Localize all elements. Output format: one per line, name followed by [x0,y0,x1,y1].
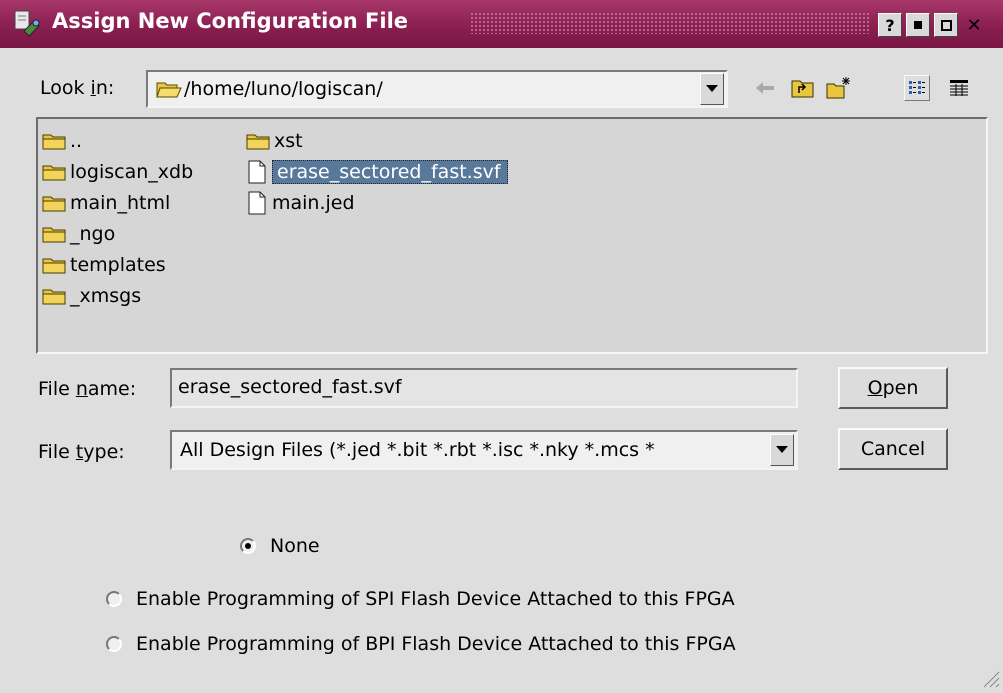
file-list-column-2: xst erase_sectored_fast.svf main.jed [246,125,508,218]
minimize-icon [914,21,922,29]
new-folder-icon[interactable] [826,75,852,101]
folder-icon [42,194,70,212]
folder-item[interactable]: _ngo [42,218,193,249]
detail-view-icon[interactable] [946,75,972,101]
folder-item[interactable]: _xmsgs [42,280,193,311]
radio-indicator[interactable] [240,538,256,554]
file-name-input[interactable]: erase_sectored_fast.svf [170,368,798,408]
file-list-column-1: .. logiscan_xdb main_html _ngo templates _xms… [42,125,193,311]
file-item[interactable]: erase_sectored_fast.svf [246,156,508,187]
radio-none-label: None [270,535,320,557]
parent-folder-icon[interactable] [790,75,816,101]
title-bar-pattern [470,12,870,34]
file-type-combo[interactable]: All Design Files (*.jed *.bit *.rbt *.is… [170,430,798,470]
file-name-label: File name: [38,378,137,400]
open-folder-icon [156,79,182,99]
chevron-down-icon [776,446,788,453]
folder-icon [42,225,70,243]
file-item[interactable]: main.jed [246,187,508,218]
look-in-label: Look in: [40,77,115,99]
file-icon [246,191,272,215]
maximize-icon [940,19,952,31]
radio-indicator[interactable] [106,636,122,652]
item-label: xst [274,129,303,152]
file-type-dropdown-button[interactable] [770,434,794,466]
radio-indicator[interactable] [106,591,122,607]
open-button[interactable]: Open [838,367,948,409]
item-label: erase_sectored_fast.svf [272,159,508,184]
folder-item[interactable]: .. [42,125,193,156]
radio-none[interactable]: None [240,535,320,557]
folder-item[interactable]: logiscan_xdb [42,156,193,187]
look-in-path: /home/luno/logiscan/ [184,78,383,100]
folder-icon [42,132,70,150]
radio-enable-bpi-label: Enable Programming of BPI Flash Device A… [136,633,736,655]
folder-icon [42,163,70,181]
item-label: main_html [70,191,171,214]
app-icon[interactable] [12,9,42,37]
folder-item[interactable]: xst [246,125,508,156]
look-in-combo[interactable]: /home/luno/logiscan/ [146,70,728,108]
help-button[interactable]: ? [878,13,902,37]
list-view-icon[interactable] [904,75,930,101]
item-label: .. [70,129,83,152]
folder-item[interactable]: templates [42,249,193,280]
item-label: logiscan_xdb [70,160,194,183]
item-label: _ngo [70,222,116,245]
look-in-dropdown-button[interactable] [700,73,724,105]
item-label: templates [70,253,166,276]
item-label: main.jed [272,191,355,214]
radio-enable-spi[interactable]: Enable Programming of SPI Flash Device A… [106,588,735,610]
file-type-label: File type: [38,441,125,463]
radio-enable-bpi[interactable]: Enable Programming of BPI Flash Device A… [106,633,736,655]
close-button[interactable]: ✕ [962,13,986,37]
window-title: Assign New Configuration File [52,9,409,33]
radio-enable-spi-label: Enable Programming of SPI Flash Device A… [136,588,735,610]
cancel-button[interactable]: Cancel [838,428,948,470]
back-arrow-icon[interactable] [752,75,778,101]
file-type-value: All Design Files (*.jed *.bit *.rbt *.is… [180,439,655,461]
minimize-button[interactable] [906,13,930,37]
folder-icon [42,287,70,305]
resize-grip-icon[interactable] [980,668,1000,693]
item-label: _xmsgs [70,284,142,307]
chevron-down-icon [706,85,718,92]
file-icon [246,160,272,184]
close-icon: ✕ [966,14,982,36]
folder-item[interactable]: main_html [42,187,193,218]
folder-icon [42,256,70,274]
folder-icon [246,132,274,150]
file-list[interactable]: .. logiscan_xdb main_html _ngo templates _xms… [36,117,988,354]
maximize-button[interactable] [934,13,958,37]
